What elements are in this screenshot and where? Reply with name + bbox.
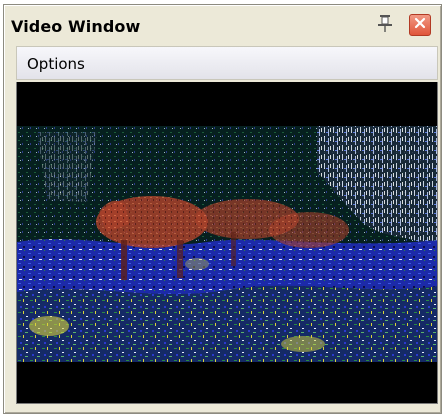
- window-title: Video Window: [11, 17, 141, 36]
- close-icon: [413, 16, 427, 35]
- close-button[interactable]: [409, 14, 431, 36]
- pin-button[interactable]: [374, 14, 396, 36]
- menu-item-options[interactable]: Options: [27, 55, 85, 73]
- video-scene: [17, 126, 437, 362]
- menu-bar: Options: [16, 46, 438, 80]
- pin-icon: [375, 13, 395, 38]
- video-frame[interactable]: [16, 82, 438, 404]
- title-bar[interactable]: Video Window: [6, 10, 437, 42]
